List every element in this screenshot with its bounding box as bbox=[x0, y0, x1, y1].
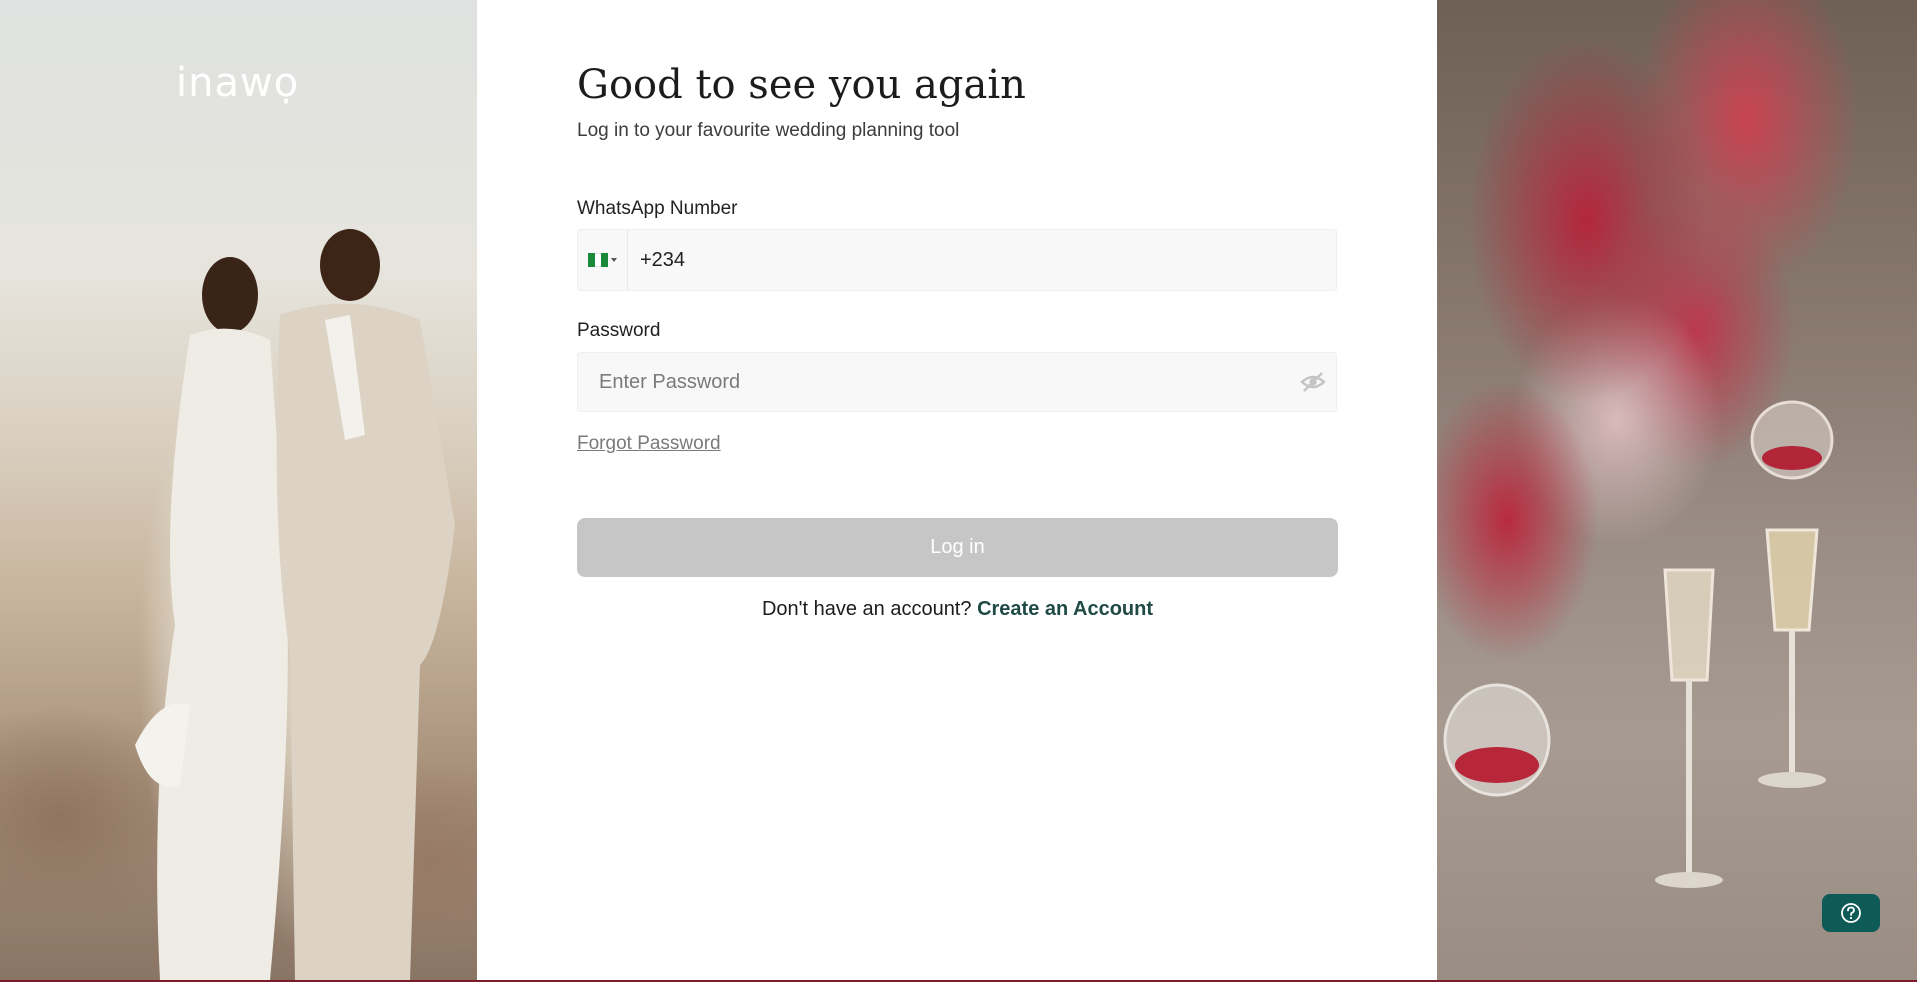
nigeria-flag-icon bbox=[588, 253, 609, 267]
wedding-table-photo bbox=[1443, 400, 1834, 888]
login-button[interactable]: Log in bbox=[577, 518, 1338, 577]
inawo-logo: inawọ bbox=[176, 60, 300, 106]
help-button[interactable] bbox=[1822, 894, 1880, 932]
password-label: Password bbox=[577, 320, 661, 341]
no-account-text: Don't have an account? bbox=[761, 598, 972, 620]
page-subtitle: Log in to your favourite wedding plannin… bbox=[577, 120, 960, 141]
signup-prompt: Don't have an account? Create an Account bbox=[577, 598, 1338, 621]
chevron-down-icon bbox=[611, 258, 617, 262]
password-input[interactable] bbox=[578, 353, 1290, 411]
password-field bbox=[577, 352, 1337, 412]
password-visibility-toggle[interactable] bbox=[1290, 353, 1336, 411]
country-code-dropdown[interactable] bbox=[578, 230, 628, 290]
couple-photo-panel: inawọ bbox=[0, 0, 477, 980]
login-page: inawọ Good to see you again Log in to yo… bbox=[0, 0, 1917, 982]
forgot-password-link[interactable]: Forgot Password bbox=[577, 433, 721, 455]
couple-photo bbox=[135, 229, 455, 980]
question-mark-icon bbox=[1841, 903, 1861, 923]
wedding-table-photo-panel bbox=[1437, 0, 1917, 980]
page-title: Good to see you again bbox=[577, 62, 1026, 108]
whatsapp-number-field bbox=[577, 229, 1337, 291]
whatsapp-number-input[interactable] bbox=[628, 230, 1336, 290]
create-account-link[interactable]: Create an Account bbox=[977, 598, 1153, 620]
login-form-panel: Good to see you again Log in to your fav… bbox=[477, 0, 1437, 980]
eye-off-icon bbox=[1300, 372, 1326, 392]
whatsapp-number-label: WhatsApp Number bbox=[577, 198, 738, 219]
